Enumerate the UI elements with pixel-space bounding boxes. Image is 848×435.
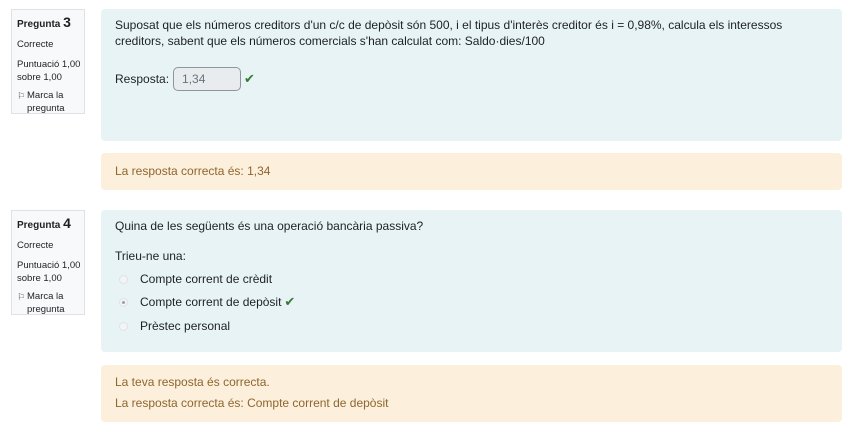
- flag-label: Marca la pregunta: [27, 291, 65, 315]
- check-icon: ✔: [284, 294, 296, 309]
- question-state: Correcte: [17, 239, 54, 251]
- radio-button[interactable]: [119, 274, 128, 284]
- option-prestec-personal[interactable]: Prèstec personal: [119, 318, 230, 334]
- question-grade: Puntuació 1,00 sobre 1,00: [17, 260, 81, 284]
- flag-label: Marca la pregunta: [27, 90, 65, 114]
- question-content-4: Quina de les següents és una operació ba…: [101, 210, 842, 352]
- question-grade: Puntuació 1,00 sobre 1,00: [17, 59, 81, 83]
- answer-row: Resposta: 1,34 ✔: [115, 67, 255, 91]
- question-text: Suposat que els números creditors d'un c…: [115, 18, 783, 48]
- question-content-3: Suposat que els números creditors d'un c…: [101, 9, 842, 141]
- feedback-correct-answer: La resposta correcta és: Compte corrent …: [115, 396, 389, 410]
- radio-button[interactable]: [119, 297, 128, 307]
- flag-icon: ⚐: [17, 292, 26, 302]
- question-number-value: 4: [63, 215, 71, 231]
- choice-prompt: Trieu-ne una:: [115, 249, 186, 263]
- question-number: Pregunta 3: [17, 14, 84, 32]
- question-state: Correcte: [17, 38, 54, 50]
- question-label: Pregunta: [17, 19, 61, 30]
- answer-label: Resposta:: [115, 72, 170, 86]
- feedback-specific: La teva resposta és correcta.: [115, 375, 270, 389]
- option-compte-deposit[interactable]: Compte corrent de depòsit ✔: [119, 294, 295, 310]
- question-number: Pregunta 4: [17, 215, 84, 233]
- flag-question-link[interactable]: ⚐ Marca la pregunta: [17, 291, 84, 316]
- option-label: Compte corrent de depòsit: [140, 295, 282, 309]
- flag-icon: ⚐: [17, 91, 26, 101]
- feedback-4: La teva resposta és correcta. La respost…: [101, 365, 842, 422]
- question-number-value: 3: [63, 14, 71, 30]
- answer-input[interactable]: 1,34: [173, 67, 242, 91]
- question-label: Pregunta: [17, 220, 61, 231]
- flag-question-link[interactable]: ⚐ Marca la pregunta: [17, 90, 84, 115]
- feedback-correct-answer: La resposta correcta és: 1,34: [115, 164, 271, 178]
- question-info-4: Pregunta 4 Correcte Puntuació 1,00 sobre…: [11, 210, 85, 315]
- option-label: Compte corrent de crèdit: [140, 272, 273, 286]
- question-text: Quina de les següents és una operació ba…: [115, 219, 424, 233]
- option-compte-credit[interactable]: Compte corrent de crèdit: [119, 271, 272, 287]
- option-label: Prèstec personal: [140, 319, 231, 333]
- radio-button[interactable]: [119, 321, 128, 331]
- check-icon: ✔: [244, 71, 255, 86]
- feedback-3: La resposta correcta és: 1,34: [101, 153, 842, 190]
- question-info-3: Pregunta 3 Correcte Puntuació 1,00 sobre…: [11, 9, 85, 114]
